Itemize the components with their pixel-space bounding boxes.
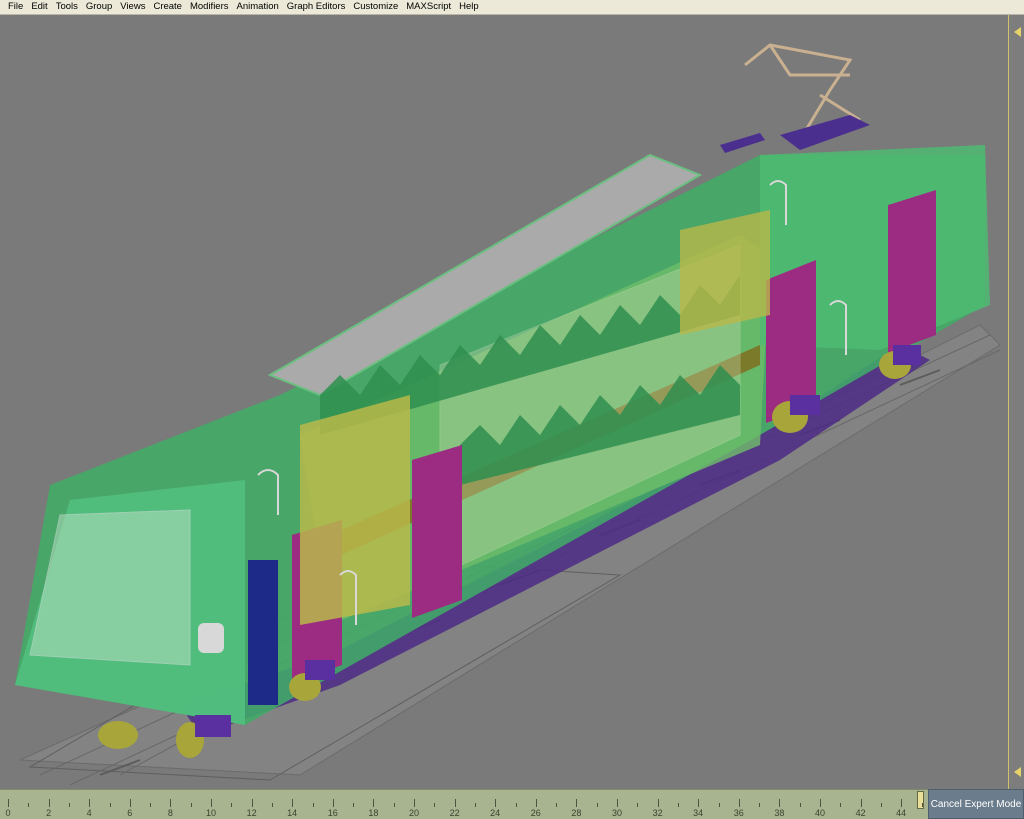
menu-help[interactable]: Help	[455, 0, 483, 14]
timeline-tick	[454, 799, 456, 807]
timeline-tick	[657, 799, 659, 807]
timeline-tick-label: 34	[693, 808, 704, 818]
timeline-tick-label: 42	[855, 808, 866, 818]
timeline-minor-tick	[596, 803, 598, 807]
timeline-tick	[373, 799, 375, 807]
perspective-viewport[interactable]	[0, 15, 1024, 789]
timeline-tick-label: 4	[86, 808, 92, 818]
timeline-minor-tick	[353, 803, 355, 807]
timeline-tick	[48, 799, 50, 807]
timeline-tick-label: 36	[733, 808, 744, 818]
viewport-right-edge	[1008, 15, 1024, 789]
menu-views[interactable]: Views	[116, 0, 149, 14]
roof-equipment	[720, 115, 870, 153]
timeline-tick-label: 32	[652, 808, 663, 818]
timeline-minor-tick	[880, 803, 882, 807]
timeline-tick	[860, 799, 862, 807]
timeline-minor-tick	[68, 803, 70, 807]
timeline-tick-label: 20	[408, 808, 420, 818]
menu-file[interactable]: File	[4, 0, 27, 14]
timeline-minor-tick	[759, 803, 761, 807]
triangle-left-icon	[1014, 767, 1021, 777]
timeline-tick	[901, 799, 903, 807]
cab-door-blue	[248, 560, 278, 705]
timeline-minor-tick	[718, 803, 720, 807]
timeline-tick	[495, 799, 497, 807]
timeline-tick	[779, 799, 781, 807]
timeline-tick	[292, 799, 294, 807]
menu-group[interactable]: Group	[82, 0, 116, 14]
timeline-minor-tick	[150, 803, 152, 807]
timeline-tick	[332, 799, 334, 807]
timeline-tick	[129, 799, 131, 807]
door-rear-right	[888, 190, 936, 353]
timeline-tick	[535, 799, 537, 807]
menu-create[interactable]: Create	[149, 0, 186, 14]
timeline-minor-tick	[231, 803, 233, 807]
timeline-tick	[8, 799, 9, 807]
menu-customize[interactable]: Customize	[349, 0, 402, 14]
timeline-minor-tick	[271, 803, 273, 807]
time-slider-thumb[interactable]	[917, 791, 924, 809]
menu-bar: File Edit Tools Group Views Create Modif…	[0, 0, 1024, 15]
timeline-tick-label: 22	[449, 808, 460, 818]
timeline-minor-tick	[677, 803, 679, 807]
timeline-minor-tick	[840, 803, 842, 807]
door-middle	[412, 445, 462, 618]
timeline-minor-tick	[434, 803, 436, 807]
timeline-tick	[89, 799, 91, 807]
timeline-tick-label: 18	[368, 808, 379, 818]
timeline-minor-tick	[312, 803, 314, 807]
timeline-tick	[698, 799, 700, 807]
headlight	[198, 623, 224, 653]
timeline-tick	[576, 799, 578, 807]
timeline-minor-tick	[474, 803, 476, 807]
timeline-tick-label: 38	[774, 808, 785, 818]
timeline-tick-label: 8	[167, 808, 173, 818]
timeline-tick-label: 28	[571, 808, 582, 818]
timeline-minor-tick	[190, 803, 192, 807]
timeline-minor-tick	[28, 803, 30, 807]
timeline-tick	[738, 799, 740, 807]
rear-vestibule	[680, 210, 770, 335]
timeline-minor-tick	[393, 803, 395, 807]
timeline-tick-label: 14	[287, 808, 298, 818]
timeline-tick-label: 16	[327, 808, 338, 818]
menu-edit[interactable]: Edit	[27, 0, 51, 14]
timeline-tick-label: 2	[46, 808, 52, 818]
menu-tools[interactable]: Tools	[52, 0, 82, 14]
timeline-minor-tick	[109, 803, 111, 807]
timeline-tick-label: 44	[896, 808, 907, 818]
train-model-render	[15, 43, 1001, 786]
timeline-tick-label: 10	[205, 808, 217, 818]
timeline-tick-label: 24	[490, 808, 501, 818]
timeline-minor-tick	[921, 803, 923, 807]
timeline-tick	[820, 799, 821, 807]
menu-animation[interactable]: Animation	[233, 0, 283, 14]
timeline-tick	[170, 799, 172, 807]
menu-graph-editors[interactable]: Graph Editors	[283, 0, 350, 14]
timeline-minor-tick	[637, 803, 639, 807]
timeline-tick-label: 26	[530, 808, 541, 818]
timeline-tick	[414, 799, 415, 807]
timeline-tick	[617, 799, 618, 807]
triangle-left-icon	[1014, 27, 1021, 37]
timeline-tick-label: 6	[127, 808, 133, 818]
time-slider-track[interactable]: 0 2 4 6 8 10 12 14 16 18 20 22 24 26 28 30 32 34 36 38 40 42 4…	[0, 789, 928, 819]
timeline-tick	[211, 799, 212, 807]
timeline-tick-label: 0	[5, 808, 11, 818]
timeline-tick	[251, 799, 253, 807]
timeline-tick-label: 30	[611, 808, 623, 818]
timeline-minor-tick	[556, 803, 558, 807]
timeline-tick-label: 40	[814, 808, 826, 818]
timeline-minor-tick	[515, 803, 517, 807]
timeline-tick-label: 12	[246, 808, 257, 818]
menu-modifiers[interactable]: Modifiers	[186, 0, 233, 14]
timeline-minor-tick	[799, 803, 801, 807]
cancel-expert-mode-button[interactable]: Cancel Expert Mode	[928, 789, 1024, 819]
menu-maxscript[interactable]: MAXScript	[402, 0, 455, 14]
